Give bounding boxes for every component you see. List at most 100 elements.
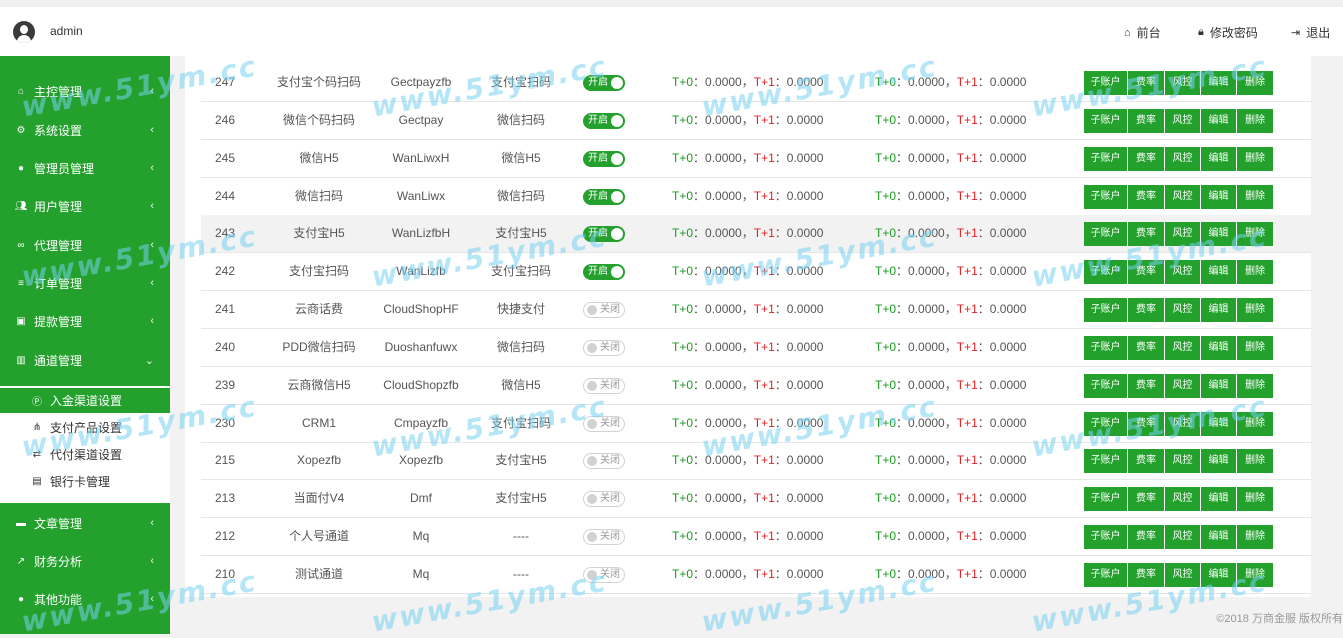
sidebar-item-orders[interactable]: ≡ 订单管理 ‹ [0,264,170,302]
delete-button[interactable]: 删除 [1237,525,1273,549]
sidebar-item-admins[interactable]: ● 管理员管理 ‹ [0,149,170,187]
rate-button[interactable]: 费率 [1128,525,1165,549]
risk-control-button[interactable]: 风控 [1165,185,1201,209]
sub-account-button[interactable]: 子账户 [1084,374,1128,398]
risk-control-button[interactable]: 风控 [1165,222,1201,246]
rate-button[interactable]: 费率 [1128,147,1165,171]
sub-account-button[interactable]: 子账户 [1084,222,1128,246]
sidebar-item-system-settings[interactable]: ⚙ 系统设置 ‹ [0,111,170,149]
sub-account-button[interactable]: 子账户 [1084,147,1128,171]
rate-button[interactable]: 费率 [1128,336,1165,360]
change-password-link[interactable]: 🔒︎ 修改密码 [1198,24,1258,41]
risk-control-button[interactable]: 风控 [1165,525,1201,549]
edit-button[interactable]: 编辑 [1201,525,1237,549]
delete-button[interactable]: 删除 [1237,487,1273,511]
sub-account-button[interactable]: 子账户 [1084,298,1128,322]
sub-account-button[interactable]: 子账户 [1084,525,1128,549]
delete-button[interactable]: 删除 [1237,147,1273,171]
delete-button[interactable]: 删除 [1237,336,1273,360]
submenu-item-deposit-channels[interactable]: Ⓟ 入金渠道设置 [0,388,170,413]
edit-button[interactable]: 编辑 [1201,487,1237,511]
status-toggle[interactable]: 关闭 [583,453,625,469]
sidebar-item-articles[interactable]: ▬ 文章管理 ‹ [0,504,170,542]
risk-control-button[interactable]: 风控 [1165,260,1201,284]
rate-button[interactable]: 费率 [1128,185,1165,209]
sub-account-button[interactable]: 子账户 [1084,185,1128,209]
risk-control-button[interactable]: 风控 [1165,412,1201,436]
sub-account-button[interactable]: 子账户 [1084,412,1128,436]
risk-control-button[interactable]: 风控 [1165,487,1201,511]
rate-button[interactable]: 费率 [1128,487,1165,511]
risk-control-button[interactable]: 风控 [1165,336,1201,360]
risk-control-button[interactable]: 风控 [1165,147,1201,171]
submenu-item-bank-cards[interactable]: ▤ 银行卡管理 [0,469,170,494]
rate-button[interactable]: 费率 [1128,563,1165,587]
sidebar-item-users[interactable]: 👥︎ 用户管理 ‹ [0,187,170,225]
sub-account-button[interactable]: 子账户 [1084,260,1128,284]
edit-button[interactable]: 编辑 [1201,185,1237,209]
status-toggle[interactable]: 关闭 [583,567,625,583]
delete-button[interactable]: 删除 [1237,563,1273,587]
sub-account-button[interactable]: 子账户 [1084,71,1128,95]
sidebar-item-withdrawals[interactable]: ▣ 提款管理 ‹ [0,302,170,340]
sidebar-item-channels[interactable]: ▥ 通道管理 ⌄ [0,341,170,379]
edit-button[interactable]: 编辑 [1201,222,1237,246]
status-toggle[interactable]: 关闭 [583,529,625,545]
sub-account-button[interactable]: 子账户 [1084,336,1128,360]
sidebar-item-agents[interactable]: ∞ 代理管理 ‹ [0,226,170,264]
avatar[interactable] [13,21,35,43]
sub-account-button[interactable]: 子账户 [1084,487,1128,511]
status-toggle[interactable]: 关闭 [583,378,625,394]
submenu-item-payment-products[interactable]: ⋔ 支付产品设置 [0,415,170,440]
delete-button[interactable]: 删除 [1237,449,1273,473]
edit-button[interactable]: 编辑 [1201,71,1237,95]
delete-button[interactable]: 删除 [1237,71,1273,95]
delete-button[interactable]: 删除 [1237,374,1273,398]
edit-button[interactable]: 编辑 [1201,260,1237,284]
sub-account-button[interactable]: 子账户 [1084,449,1128,473]
risk-control-button[interactable]: 风控 [1165,298,1201,322]
rate-button[interactable]: 费率 [1128,412,1165,436]
frontend-link[interactable]: ⌂ 前台 [1124,24,1161,41]
rate-button[interactable]: 费率 [1128,222,1165,246]
risk-control-button[interactable]: 风控 [1165,71,1201,95]
edit-button[interactable]: 编辑 [1201,109,1237,133]
status-toggle[interactable]: 开启 [583,226,625,242]
risk-control-button[interactable]: 风控 [1165,109,1201,133]
username[interactable]: admin [50,24,83,38]
status-toggle[interactable]: 开启 [583,113,625,129]
edit-button[interactable]: 编辑 [1201,147,1237,171]
status-toggle[interactable]: 开启 [583,264,625,280]
edit-button[interactable]: 编辑 [1201,412,1237,436]
rate-button[interactable]: 费率 [1128,298,1165,322]
rate-button[interactable]: 费率 [1128,374,1165,398]
scrollbar[interactable] [1333,56,1343,634]
delete-button[interactable]: 删除 [1237,222,1273,246]
status-toggle[interactable]: 关闭 [583,416,625,432]
delete-button[interactable]: 删除 [1237,185,1273,209]
edit-button[interactable]: 编辑 [1201,449,1237,473]
submenu-item-payout-channels[interactable]: ⇄ 代付渠道设置 [0,442,170,467]
status-toggle[interactable]: 开启 [583,75,625,91]
risk-control-button[interactable]: 风控 [1165,563,1201,587]
status-toggle[interactable]: 关闭 [583,302,625,318]
rate-button[interactable]: 费率 [1128,71,1165,95]
delete-button[interactable]: 删除 [1237,412,1273,436]
rate-button[interactable]: 费率 [1128,449,1165,473]
risk-control-button[interactable]: 风控 [1165,374,1201,398]
sub-account-button[interactable]: 子账户 [1084,109,1128,133]
sidebar-item-dashboard[interactable]: ⌂ 主控管理 ‹ [0,72,170,110]
status-toggle[interactable]: 关闭 [583,491,625,507]
edit-button[interactable]: 编辑 [1201,374,1237,398]
sub-account-button[interactable]: 子账户 [1084,563,1128,587]
risk-control-button[interactable]: 风控 [1165,449,1201,473]
status-toggle[interactable]: 开启 [583,151,625,167]
delete-button[interactable]: 删除 [1237,260,1273,284]
rate-button[interactable]: 费率 [1128,260,1165,284]
edit-button[interactable]: 编辑 [1201,298,1237,322]
delete-button[interactable]: 删除 [1237,109,1273,133]
sidebar-item-other[interactable]: ● 其他功能 ‹ [0,580,170,618]
edit-button[interactable]: 编辑 [1201,336,1237,360]
delete-button[interactable]: 删除 [1237,298,1273,322]
edit-button[interactable]: 编辑 [1201,563,1237,587]
